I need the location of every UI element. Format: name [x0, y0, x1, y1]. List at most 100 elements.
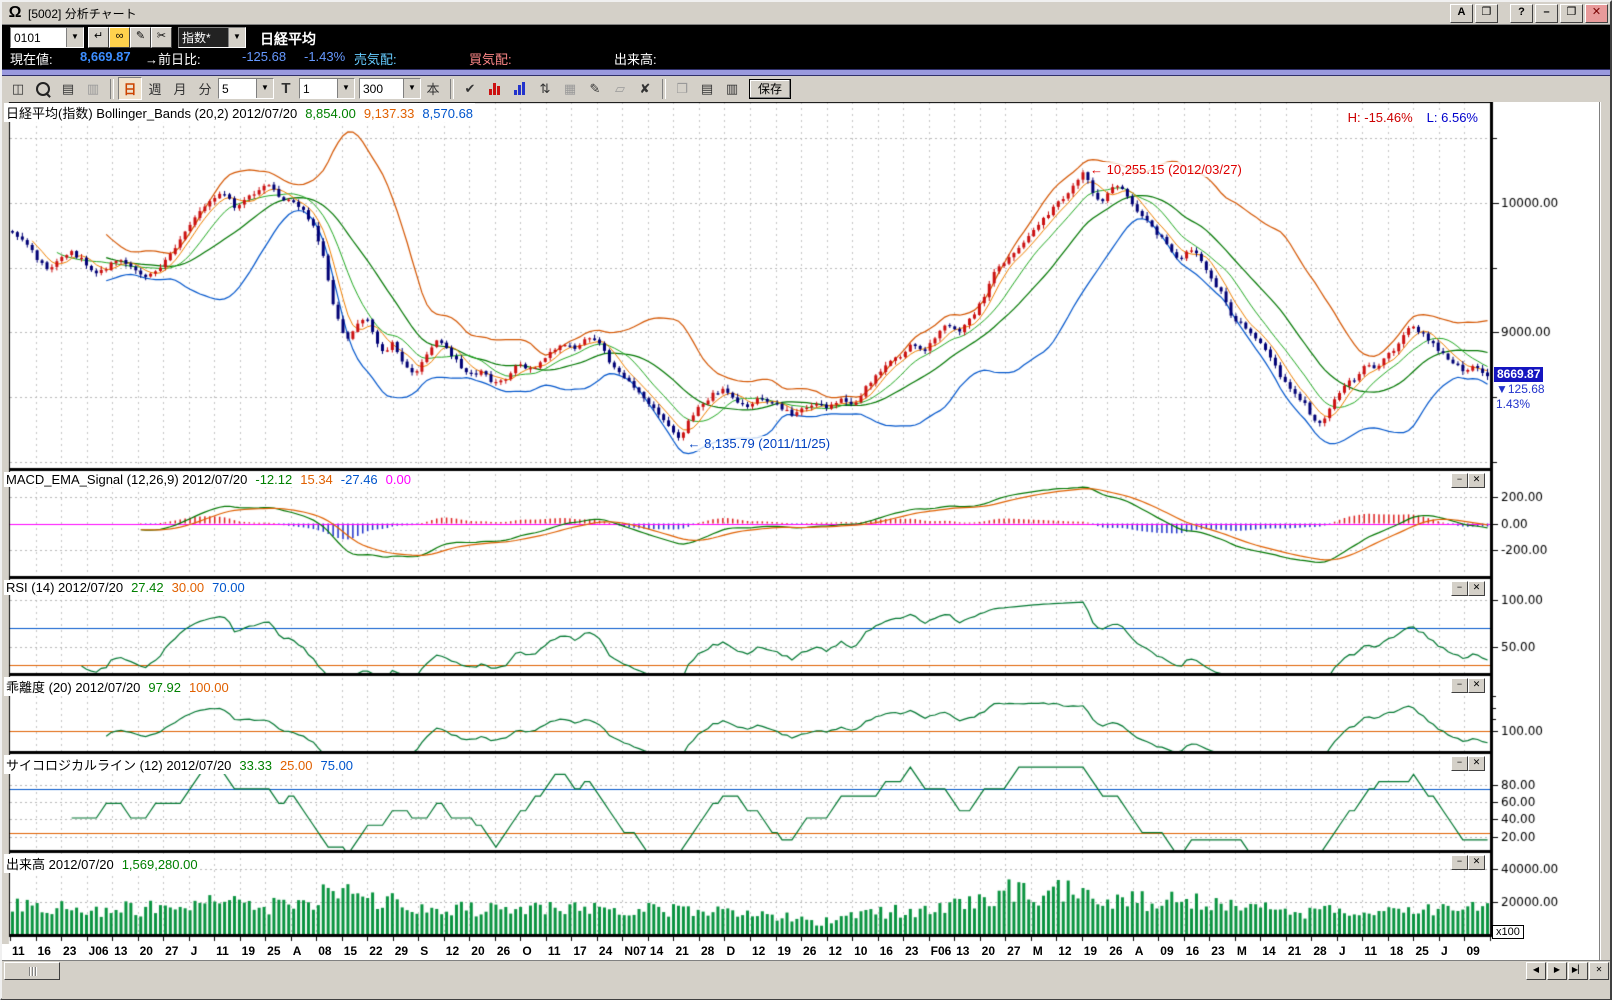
panel-close-button-rsi[interactable]: ✕: [1468, 581, 1485, 596]
scroll-right-button[interactable]: ▶: [1547, 962, 1567, 980]
enter-button[interactable]: ↵: [88, 27, 109, 48]
delete-button[interactable]: ✘: [633, 77, 657, 100]
x-axis-label: 23: [1211, 944, 1225, 958]
close-button[interactable]: ✕: [1585, 3, 1608, 23]
x-axis-label: 11: [216, 944, 229, 958]
h-scrollbar-thumb[interactable]: [4, 962, 60, 980]
panel-minimize-button-vol[interactable]: −: [1451, 855, 1468, 870]
volume-unit-badge: x100: [1492, 925, 1524, 939]
help-button[interactable]: ?: [1510, 3, 1533, 23]
code-dropdown-icon[interactable]: ▼: [66, 28, 83, 47]
window-titlebar: Ω [5002] 分析チャート A ❐ ? – ❐ ✕: [2, 2, 1610, 25]
tick-combo[interactable]: 1 ▼: [299, 78, 355, 99]
layout-icon: ❐: [676, 80, 688, 96]
new-chart-button[interactable]: ▤: [56, 77, 80, 100]
x-axis-label: 11: [547, 944, 561, 958]
sort-arrows-button[interactable]: ⇅: [533, 77, 557, 100]
red-histogram-button[interactable]: [483, 77, 507, 100]
x-axis-label: 26: [496, 944, 511, 958]
panel-header-price: 日経平均(指数) Bollinger_Bands (20,2) 2012/07/…: [4, 103, 476, 122]
x-axis-label: 23: [63, 944, 77, 958]
font-button[interactable]: A: [1450, 3, 1473, 23]
annotation-high: ← 10,255.15 (2012/03/27): [1090, 162, 1242, 178]
minute-combo[interactable]: 5 ▼: [218, 78, 274, 99]
save-template-button[interactable]: ▤: [695, 77, 719, 100]
scroll-left-button[interactable]: ◀: [1526, 962, 1546, 980]
panel-close-button-psych[interactable]: ✕: [1468, 756, 1485, 771]
eraser-icon: ▱: [615, 80, 625, 96]
period-week-button[interactable]: 週: [143, 77, 167, 100]
memo-button[interactable]: ✎: [130, 27, 151, 48]
candlestick-tool-button[interactable]: ◫: [6, 77, 30, 100]
panel-close-button-kairi[interactable]: ✕: [1468, 678, 1485, 693]
x-axis-label: 28: [700, 944, 715, 958]
x-axis-label: 08: [318, 944, 332, 958]
period-day-button[interactable]: 日: [118, 77, 142, 100]
x-axis-label: D: [726, 944, 736, 958]
annotation-low-text: 8,135.79 (2011/11/25): [704, 435, 831, 451]
minute-dropdown-icon[interactable]: ▼: [256, 79, 273, 98]
period-month-button[interactable]: 月: [168, 77, 192, 100]
x-axis-label: J06: [88, 944, 109, 958]
x-axis-label: 23: [905, 944, 919, 958]
x-axis-label: 12: [828, 944, 842, 958]
tick-value: 1: [303, 81, 310, 96]
x-axis-label: 14: [1262, 944, 1276, 958]
current-price-marker: 8669.87 ▼125.68 1.43%: [1494, 366, 1545, 412]
prev-diff-label: →前日比:: [145, 52, 201, 67]
bars-combo[interactable]: 300 ▼: [359, 78, 421, 99]
x-axis-label: J: [190, 944, 198, 958]
blue-histogram-button[interactable]: [508, 77, 532, 100]
annotation-low: ← 8,135.79 (2011/11/25): [687, 435, 831, 451]
panel-minimize-button-psych[interactable]: −: [1451, 756, 1468, 771]
scrollbar-close-button[interactable]: ✕: [1589, 962, 1609, 980]
load-template-button[interactable]: ▥: [720, 77, 744, 100]
panel-minimize-button-kairi[interactable]: −: [1451, 678, 1468, 693]
quote-bar: 0101 ▼ ↵ ∞ ✎ ✂ 指数* ▼ 日経平均 現在値: 8,669.87 …: [2, 25, 1610, 76]
delete-x-icon: ✘: [639, 80, 651, 96]
tick-dropdown-icon[interactable]: ▼: [337, 79, 354, 98]
scissors-button[interactable]: ✂: [151, 27, 172, 48]
blue-histogram-icon: [514, 82, 526, 95]
marker-pct: 1.43%: [1496, 396, 1531, 411]
x-axis-label: 10: [854, 944, 868, 958]
x-axis-label: 27: [1007, 944, 1021, 958]
panel-close-button-vol[interactable]: ✕: [1468, 855, 1485, 870]
panel-close-button-macd[interactable]: ✕: [1468, 473, 1485, 488]
x-axis-label: A: [292, 944, 302, 958]
grid-button[interactable]: ▦: [558, 77, 582, 100]
restore-button[interactable]: ❐: [1560, 3, 1583, 23]
x-axis-label: 19: [777, 944, 791, 958]
zoom-button[interactable]: [31, 77, 55, 100]
panel-minimize-button-rsi[interactable]: −: [1451, 581, 1468, 596]
copy-window-button[interactable]: ❐: [1475, 3, 1498, 23]
bars-dropdown-icon[interactable]: ▼: [403, 79, 420, 98]
x-axis-label: 22: [369, 944, 383, 958]
high-pct: H: -15.46%: [1347, 110, 1413, 125]
pencil-button[interactable]: ✎: [583, 77, 607, 100]
left-arrow-icon: ←: [1090, 162, 1103, 178]
scroll-end-button[interactable]: ▶▏: [1568, 962, 1588, 980]
index-dropdown-icon[interactable]: ▼: [228, 28, 245, 47]
x-axis-label: F06: [930, 944, 952, 958]
x-axis-label: 13: [114, 944, 128, 958]
eraser-button[interactable]: ▱: [608, 77, 632, 100]
panel-minimize-button-macd[interactable]: −: [1451, 473, 1468, 488]
draw-check-button[interactable]: ✔: [458, 77, 482, 100]
x-axis-label: 26: [1109, 944, 1123, 958]
minimize-button[interactable]: –: [1535, 3, 1558, 23]
panel-header-psych: サイコロジカルライン (12) 2012/07/20 33.33 25.00 75.0…: [4, 755, 356, 774]
zoom-icon: [36, 81, 50, 96]
x-axis-label: 28: [1313, 944, 1327, 958]
save-button[interactable]: 保存: [749, 78, 792, 99]
code-combo[interactable]: 0101 ▼: [10, 27, 84, 48]
x-axis-label: 12: [1058, 944, 1072, 958]
layout-button[interactable]: ❐: [670, 77, 694, 100]
x-axis-label: 18: [1389, 944, 1404, 958]
period-minute-button[interactable]: 分: [193, 77, 217, 100]
copy-chart-button[interactable]: ▥: [81, 77, 105, 100]
page-icon: ▤: [700, 80, 714, 96]
binoculars-button[interactable]: ∞: [109, 27, 130, 48]
index-type-combo[interactable]: 指数* ▼: [178, 27, 246, 48]
chart-canvas[interactable]: [2, 102, 1600, 944]
